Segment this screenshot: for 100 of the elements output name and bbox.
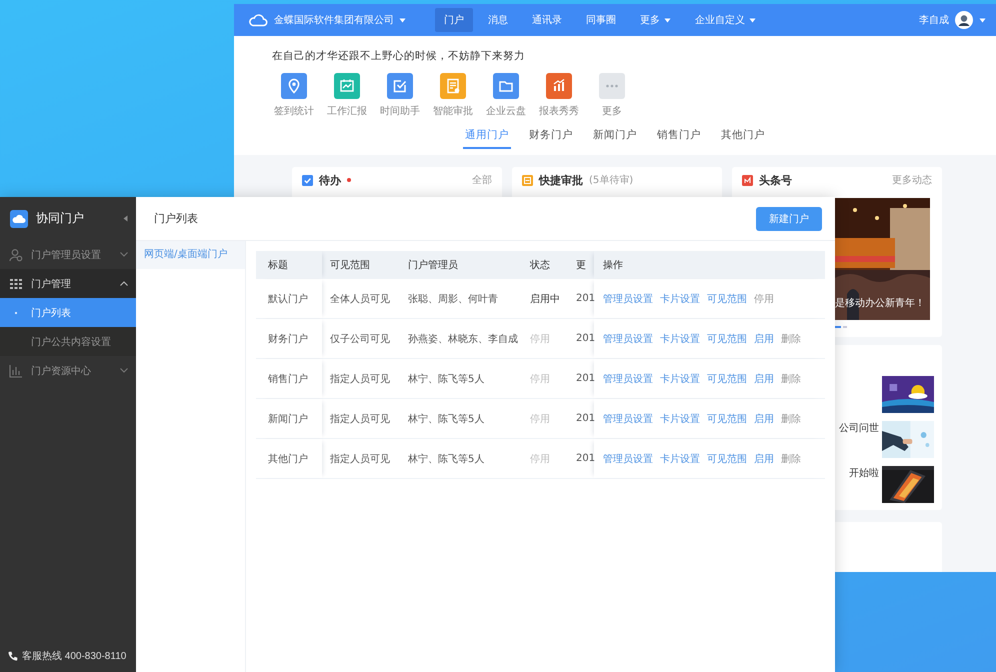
submenu-item[interactable]: 门户公共内容设置 <box>0 327 136 356</box>
action-link[interactable]: 管理员设置 <box>603 412 653 426</box>
location-pin-icon[interactable] <box>281 73 307 99</box>
action-link[interactable]: 启用 <box>754 452 774 466</box>
table-cell-text: 其他门户 <box>268 452 308 466</box>
folder-icon[interactable] <box>493 73 519 99</box>
menu-item[interactable]: 门户管理 <box>0 269 136 298</box>
new-portal-button[interactable]: 新建门户 <box>756 206 822 230</box>
more-icon[interactable] <box>599 73 625 99</box>
table-cell-text: 林宁、陈飞等5人 <box>408 452 484 466</box>
table-cell-text: 默认门户 <box>268 292 308 306</box>
action-link[interactable]: 启用 <box>754 372 774 386</box>
nav-item[interactable]: 更多 <box>631 8 680 32</box>
action-link[interactable]: 卡片设置 <box>660 412 700 426</box>
sub-nav-item[interactable]: 网页端/桌面端门户 <box>136 241 245 269</box>
chevron-down-icon <box>120 368 128 373</box>
action-link[interactable]: 可见范围 <box>707 452 747 466</box>
chart-board-icon[interactable] <box>334 73 360 99</box>
table-cell-text: 指定人员可见 <box>330 452 390 466</box>
table-cell-text: 停用 <box>530 452 550 466</box>
action-link[interactable]: 可见范围 <box>707 372 747 386</box>
company-menu[interactable]: 金蝶国际软件集团有限公司 <box>274 13 406 27</box>
app-label[interactable]: 签到统计 <box>274 104 314 118</box>
app-label[interactable]: 更多 <box>602 104 622 118</box>
action-link[interactable]: 管理员设置 <box>603 332 653 346</box>
table-cell-text: 销售门户 <box>268 372 308 386</box>
chevron-up-icon <box>120 281 128 286</box>
table-cell-text: 停用 <box>530 412 550 426</box>
card-title: 头条号 <box>759 172 792 188</box>
bar-chart-icon[interactable] <box>546 73 572 99</box>
menu-item[interactable]: 门户管理员设置 <box>0 240 136 269</box>
news-icon <box>742 174 753 186</box>
action-link[interactable]: 启用 <box>754 412 774 426</box>
app-logo-icon <box>10 210 28 228</box>
user-name[interactable]: 李自成 <box>919 13 949 27</box>
more-link[interactable]: 全部 <box>472 173 492 187</box>
column-header: 更 <box>576 259 586 272</box>
app-label[interactable]: 工作汇报 <box>327 104 367 118</box>
menu-label: 门户资源中心 <box>31 364 92 378</box>
nav-item[interactable]: 通讯录 <box>523 8 571 32</box>
action-link[interactable]: 停用 <box>754 292 774 306</box>
table-cell-text: 张聪、周影、何叶青 <box>408 292 498 306</box>
tab[interactable]: 财务门户 <box>527 124 575 149</box>
action-link[interactable]: 删除 <box>781 372 801 386</box>
user-settings-icon <box>9 248 23 262</box>
action-link[interactable]: 管理员设置 <box>603 452 653 466</box>
tab[interactable]: 销售门户 <box>655 124 703 149</box>
app-label[interactable]: 企业云盘 <box>486 104 526 118</box>
cloud-logo-icon <box>248 13 268 27</box>
pending-count: (5单待审) <box>589 174 634 187</box>
action-link[interactable]: 卡片设置 <box>660 452 700 466</box>
nav-item[interactable]: 门户 <box>435 8 473 32</box>
page-title: 门户列表 <box>154 211 198 226</box>
nav-item[interactable]: 消息 <box>479 8 517 32</box>
app-label[interactable]: 智能审批 <box>433 104 473 118</box>
avatar-icon <box>955 11 973 29</box>
action-link[interactable]: 卡片设置 <box>660 292 700 306</box>
tab[interactable]: 新闻门户 <box>591 124 639 149</box>
chevron-down-icon <box>120 252 128 257</box>
nav-item[interactable]: 企业自定义 <box>686 8 765 32</box>
column-header: 状态 <box>530 258 550 272</box>
menu-label: 门户管理员设置 <box>31 248 102 262</box>
table-cell: 201 <box>576 413 596 424</box>
action-link[interactable]: 管理员设置 <box>603 292 653 306</box>
menu-item[interactable]: 门户资源中心 <box>0 356 136 385</box>
app-label[interactable]: 时间助手 <box>380 104 420 118</box>
action-link[interactable]: 可见范围 <box>707 292 747 306</box>
action-link[interactable]: 删除 <box>781 412 801 426</box>
table-cell: 201 <box>576 453 596 464</box>
submenu-item[interactable]: 门户列表 <box>0 298 136 327</box>
action-link[interactable]: 卡片设置 <box>660 332 700 346</box>
table-cell: 201 <box>576 333 596 344</box>
action-link[interactable]: 可见范围 <box>707 412 747 426</box>
action-link[interactable]: 管理员设置 <box>603 372 653 386</box>
action-link[interactable]: 可见范围 <box>707 332 747 346</box>
table-cell-text: 林宁、陈飞等5人 <box>408 412 484 426</box>
checklist-icon[interactable] <box>387 73 413 99</box>
action-link[interactable]: 卡片设置 <box>660 372 700 386</box>
phone-icon <box>7 650 18 662</box>
table-cell-text: 指定人员可见 <box>330 412 390 426</box>
tab[interactable]: 其他门户 <box>719 124 767 149</box>
nav-item[interactable]: 同事圈 <box>577 8 625 32</box>
table-cell-text: 财务门户 <box>268 332 308 346</box>
more-link[interactable]: 更多动态 <box>892 173 932 187</box>
table-cell-text: 停用 <box>530 372 550 386</box>
news-title[interactable]: 开始啦 <box>849 466 879 503</box>
hotline-text: 客服热线 400-830-8110 <box>22 650 126 663</box>
news-title[interactable]: 公司问世 <box>839 421 879 458</box>
action-link[interactable]: 删除 <box>781 332 801 346</box>
app-label[interactable]: 报表秀秀 <box>539 104 579 118</box>
document-icon[interactable] <box>440 73 466 99</box>
carousel-caption: 是移动办公新青年！ <box>835 296 925 310</box>
action-link[interactable]: 删除 <box>781 452 801 466</box>
tab[interactable]: 通用门户 <box>463 124 511 149</box>
collapse-icon <box>123 215 128 222</box>
menu-label: 门户管理 <box>31 278 72 290</box>
action-link[interactable]: 启用 <box>754 332 774 346</box>
form-icon <box>522 174 533 186</box>
column-header: 操作 <box>603 259 623 272</box>
grid-icon <box>9 276 23 290</box>
